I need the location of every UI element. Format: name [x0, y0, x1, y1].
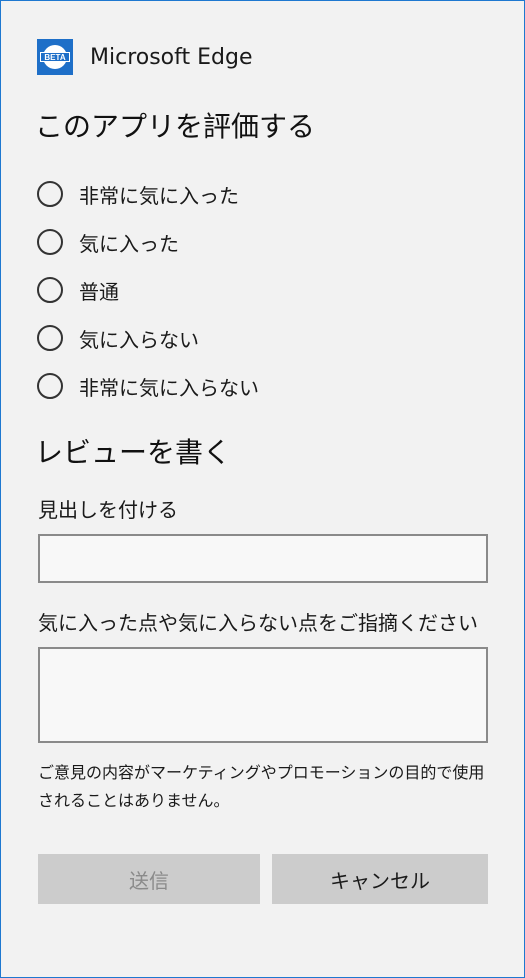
send-button[interactable]: 送信 — [38, 854, 260, 904]
radio-button[interactable] — [37, 229, 63, 255]
rate-app-title: このアプリを評価する — [35, 110, 316, 143]
radio-button[interactable] — [37, 277, 63, 303]
rating-option-label: 普通 — [79, 279, 119, 304]
headline-label: 見出しを付ける — [38, 498, 178, 522]
comment-label: 気に入った点や気に入らない点をご指摘ください — [38, 611, 478, 635]
radio-button[interactable] — [37, 325, 63, 351]
rating-option-dislike[interactable]: 気に入らない — [37, 314, 259, 362]
rating-option-love[interactable]: 非常に気に入った — [37, 170, 259, 218]
rating-option-label: 非常に気に入らない — [79, 375, 259, 400]
radio-button[interactable] — [37, 373, 63, 399]
edge-beta-logo-icon: BETA — [37, 39, 73, 75]
headline-input[interactable] — [38, 534, 488, 583]
app-header: BETA Microsoft Edge — [37, 39, 252, 75]
beta-badge: BETA — [40, 52, 70, 62]
rating-option-hate[interactable]: 非常に気に入らない — [37, 362, 259, 410]
write-review-title: レビューを書く — [35, 436, 232, 469]
privacy-disclaimer: ご意見の内容がマーケティングやプロモーションの目的で使用されることはありません。 — [38, 763, 485, 810]
app-name: Microsoft Edge — [90, 44, 253, 70]
rating-radio-group: 非常に気に入った 気に入った 普通 気に入らない 非常に気に入らない — [37, 170, 259, 410]
rating-option-label: 非常に気に入った — [79, 183, 239, 208]
cancel-button[interactable]: キャンセル — [272, 854, 488, 904]
comment-textarea[interactable] — [38, 647, 488, 743]
rating-option-label: 気に入った — [79, 231, 179, 256]
rating-option-neutral[interactable]: 普通 — [37, 266, 259, 314]
feedback-dialog: BETA Microsoft Edge このアプリを評価する 非常に気に入った … — [0, 0, 525, 978]
rating-option-label: 気に入らない — [79, 327, 199, 352]
rating-option-like[interactable]: 気に入った — [37, 218, 259, 266]
radio-button[interactable] — [37, 181, 63, 207]
